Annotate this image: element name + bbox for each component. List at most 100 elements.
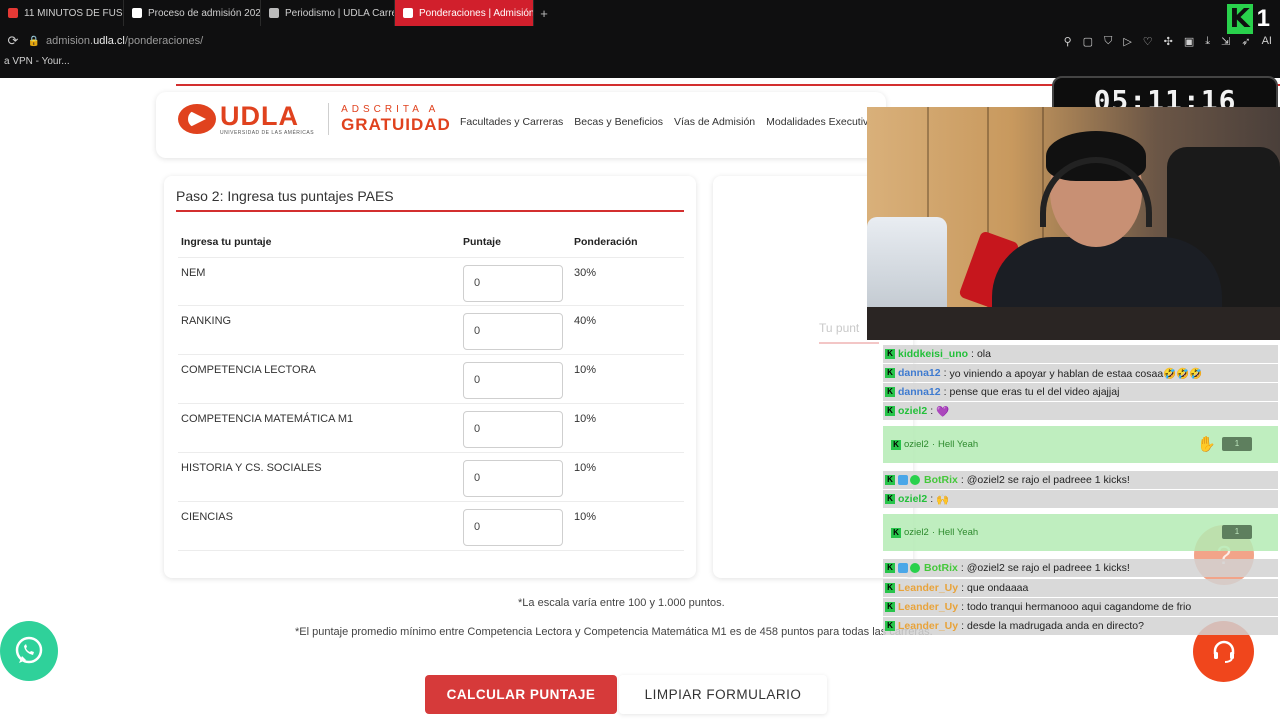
scores-form-card: Paso 2: Ingresa tus puntajes PAES Ingres…	[164, 176, 696, 578]
tab-admision[interactable]: Proceso de admisión 2024	[124, 0, 261, 26]
chat-separator: :	[961, 601, 965, 613]
kick-card-separator: ·	[931, 527, 935, 538]
play-icon[interactable]: ▷	[1123, 35, 1131, 48]
score-row-nem: NEM 0 30%	[178, 257, 684, 306]
nav-facultades[interactable]: Facultades y Carreras	[460, 116, 563, 128]
kick-card-user: oziel2	[904, 527, 929, 538]
kick-card-user: oziel2	[904, 439, 929, 450]
page-icon	[132, 8, 142, 18]
heart-icon[interactable]: ♡	[1143, 35, 1153, 48]
kick-badge-icon: K	[885, 563, 895, 573]
nav-becas[interactable]: Becas y Beneficios	[574, 116, 663, 128]
nav-vias[interactable]: Vías de Admisión	[674, 116, 755, 128]
col-subject-header: Ingresa tu puntaje	[181, 236, 272, 248]
kick-badge-icon: K	[885, 494, 895, 504]
chat-text: 💜	[936, 405, 950, 418]
chat-text: ola	[976, 348, 991, 360]
chat-username: oziel2	[898, 493, 928, 505]
udla-logo[interactable]: UDLA UNIVERSIDAD DE LAS AMÉRICAS ADSCRIT…	[178, 102, 451, 136]
lock-icon[interactable]: 🔒	[26, 36, 42, 47]
webcam-feed	[867, 107, 1280, 340]
new-tab-button[interactable]: +	[534, 0, 554, 26]
score-input-matematica[interactable]: 0	[463, 411, 563, 448]
step-underline	[176, 210, 684, 212]
gratuidad-label: GRATUIDAD	[341, 114, 451, 134]
chat-username: Leander_Uy	[898, 601, 959, 613]
pin-icon[interactable]: ⚲	[1064, 35, 1072, 48]
tab-title: 11 MINUTOS DE FUSOK | M	[24, 7, 123, 19]
chat-username: Leander_Uy	[898, 620, 959, 632]
shield-icon[interactable]: ⛉	[1104, 35, 1112, 48]
kick-gift-card: K oziel2 · Hell Yeah 1	[883, 514, 1278, 551]
score-input-historia[interactable]: 0	[463, 460, 563, 497]
chat-username: BotRix	[924, 474, 958, 486]
score-row-matematica: COMPETENCIA MATEMÁTICA M1 0 10%	[178, 404, 684, 453]
subject-label: HISTORIA Y CS. SOCIALES	[181, 462, 322, 474]
stream-chat: K kiddkeisi_uno: ola K danna12: yo vinie…	[883, 343, 1280, 637]
tab-ponderaciones[interactable]: Ponderaciones | Admisión ×	[395, 0, 534, 26]
chat-separator: :	[930, 405, 934, 417]
kick-badge-icon: K	[891, 439, 901, 450]
subject-label: RANKING	[181, 315, 232, 327]
gratuidad-badge: ADSCRITA A GRATUIDAD	[341, 104, 451, 135]
chat-message: K oziel2: 🙌	[883, 490, 1278, 508]
whatsapp-button[interactable]	[0, 621, 58, 681]
chat-separator: :	[943, 386, 947, 398]
chat-message: K kiddkeisi_uno: ola	[883, 345, 1278, 363]
nav-executive[interactable]: Modalidades Executive	[766, 116, 874, 128]
logo-divider	[328, 103, 330, 135]
weight-value: 30%	[574, 267, 597, 279]
bot-badge-icon	[898, 475, 908, 485]
kick-card-text: Hell Yeah	[938, 439, 979, 450]
score-input-ranking[interactable]: 0	[463, 313, 563, 350]
weight-value: 10%	[574, 462, 597, 474]
screenshot-icon[interactable]: ▢	[1083, 35, 1093, 48]
kick-badge-icon: K	[885, 583, 895, 593]
verified-badge-icon	[910, 475, 920, 485]
result-underline	[819, 342, 879, 344]
kick-badge-icon: K	[891, 527, 901, 538]
ai-button[interactable]: AI	[1262, 35, 1272, 47]
chat-text: pense que eras tu el del video ajajjaj	[949, 386, 1120, 398]
score-input-ciencias[interactable]: 0	[463, 509, 563, 546]
kick-count-badge: 1	[1222, 437, 1252, 451]
score-row-historia: HISTORIA Y CS. SOCIALES 0 10%	[178, 453, 684, 502]
url-prefix: admision.	[46, 35, 94, 47]
page-icon	[269, 8, 279, 18]
subject-label: NEM	[181, 267, 206, 279]
calculate-button[interactable]: CALCULAR PUNTAJE	[425, 675, 617, 714]
kick-badge-icon: K	[885, 621, 895, 631]
site-header: UDLA UNIVERSIDAD DE LAS AMÉRICAS ADSCRIT…	[156, 92, 886, 158]
kick-badge-icon: K	[885, 406, 895, 416]
puzzle-icon[interactable]: ✣	[1164, 35, 1173, 48]
chat-text: @oziel2 se rajo el padreee 1 kicks!	[966, 562, 1130, 574]
wallet-icon[interactable]: ▣	[1184, 35, 1194, 48]
score-input-lectora[interactable]: 0	[463, 362, 563, 399]
subject-label: COMPETENCIA LECTORA	[181, 364, 316, 376]
youtube-icon	[8, 8, 18, 18]
url-path: /ponderaciones/	[124, 35, 204, 47]
step-title: Paso 2: Ingresa tus puntajes PAES	[176, 188, 394, 204]
tab-fusok[interactable]: 11 MINUTOS DE FUSOK | M	[0, 0, 124, 26]
chat-text: @oziel2 se rajo el padreee 1 kicks!	[966, 474, 1130, 486]
score-input-nem[interactable]: 0	[463, 265, 563, 302]
send-icon[interactable]: ➶	[1241, 35, 1250, 48]
extensions-bar: ⚲ ▢ ⛉ ▷ ♡ ✣ ▣ ⤓ ⇲ ➶ AI	[1064, 28, 1272, 54]
weight-value: 40%	[574, 315, 597, 327]
chat-text: que ondaaaa	[967, 582, 1029, 594]
clear-form-button[interactable]: LIMPIAR FORMULARIO	[619, 675, 827, 714]
score-row-lectora: COMPETENCIA LECTORA 0 10%	[178, 355, 684, 404]
share-icon[interactable]: ⇲	[1221, 35, 1230, 48]
download-icon[interactable]: ⤓	[1205, 35, 1210, 48]
logo-subtitle: UNIVERSIDAD DE LAS AMÉRICAS	[220, 130, 315, 136]
reload-icon[interactable]: ⟳	[0, 33, 26, 49]
url-field[interactable]: admision.udla.cl/ponderaciones/	[46, 35, 203, 47]
chat-separator: :	[961, 582, 965, 594]
chat-separator: :	[930, 493, 934, 505]
desk	[867, 307, 1280, 340]
chat-text: todo tranqui hermanooo aqui cagandome de…	[967, 601, 1192, 613]
tab-periodismo[interactable]: Periodismo | UDLA Carre	[261, 0, 395, 26]
kick-badge-icon: K	[885, 368, 895, 378]
bookmark-vpn[interactable]: a VPN - Your...	[0, 56, 70, 74]
kick-card-text: Hell Yeah	[938, 527, 979, 538]
